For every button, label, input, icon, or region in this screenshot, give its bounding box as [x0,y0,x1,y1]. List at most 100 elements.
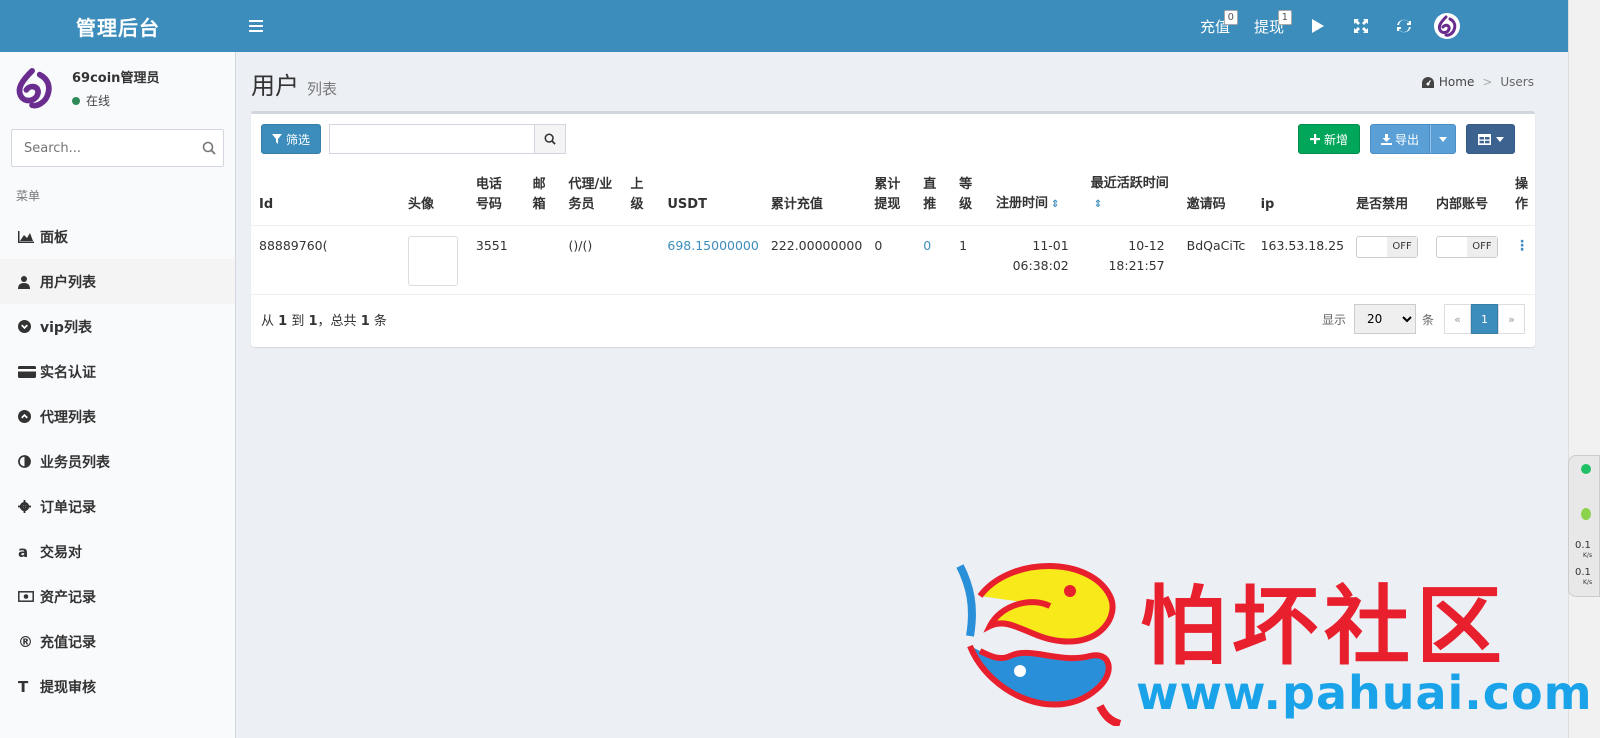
add-button[interactable]: 新增 [1298,124,1360,154]
col-action: 操作 [1507,166,1535,226]
reg-date: 11-01 [1032,238,1069,253]
col-action-label: 操作 [1515,177,1529,212]
breadcrumb-home-link[interactable]: Home [1439,75,1474,89]
col-internal: 内部账号 [1427,166,1507,226]
chevron-circle-up-icon [18,410,40,423]
sidebar-item-vip[interactable]: vip列表 [0,304,235,349]
sidebar-item-label: 实名认证 [40,364,96,381]
cell-usdt: 698.15000000 [659,225,763,295]
banned-toggle[interactable]: OFF [1356,236,1419,258]
pag-from-label: 从 [261,313,275,329]
amazon-icon: a [18,542,29,561]
cell-internal: OFF [1427,225,1507,295]
area-chart-icon [18,230,40,243]
export-split-button: 导出 [1370,124,1456,154]
internal-toggle[interactable]: OFF [1435,236,1498,258]
page-scrollbar[interactable] [1568,0,1600,738]
play-button[interactable] [1296,0,1339,52]
page-1-button[interactable]: 1 [1471,304,1498,334]
col-last-active-label: 最近活跃时间 [1090,176,1169,191]
filter-button-label: 筛选 [286,132,311,147]
fullscreen-button[interactable] [1339,0,1382,52]
recharge-badge: 0 [1223,10,1238,25]
money-icon [18,591,40,602]
withdraw-nav-link[interactable]: 提现 1 [1242,0,1296,52]
page-size-unit: 条 [1421,312,1434,327]
cell-agent: ()/() [560,225,623,295]
sidebar-item-users[interactable]: 用户列表 [0,259,235,304]
user-menu-button[interactable] [1425,0,1468,52]
col-level-label: 等级 [959,177,973,212]
usdt-link[interactable]: 698.15000000 [667,238,758,253]
sidebar-item-salesmen[interactable]: 业务员列表 [0,439,235,484]
sidebar-search-button[interactable] [194,141,223,155]
sidebar-item-label: 提现审核 [40,679,96,696]
cell-avatar [399,225,468,295]
table-header-row: Id 头像 电话号码 邮箱 代理/业务员 上级 USDT 累计充值 累计提现 直… [251,166,1535,226]
quick-search-input[interactable] [329,124,535,154]
col-banned: 是否禁用 [1348,166,1428,226]
more-actions-icon[interactable]: ⋮ [1515,238,1529,254]
filter-button[interactable]: 筛选 [261,124,322,154]
page-subtitle: 列表 [307,80,338,98]
registered-icon: ® [18,632,33,651]
col-last-active[interactable]: 最近活跃时间 ⇕ [1082,166,1179,226]
sidebar-item-label: 充值记录 [40,634,96,651]
play-icon [1311,19,1324,33]
col-agent-label: 代理/业务员 [568,177,613,212]
cell-direct: 0 [915,225,952,295]
export-button[interactable]: 导出 [1370,124,1430,154]
user-panel: 69coin管理员 在线 [0,52,235,124]
direct-link[interactable]: 0 [923,238,931,253]
export-dropdown-toggle[interactable] [1430,124,1456,154]
user-avatar-thumbnail[interactable] [407,236,458,286]
active-time: 18:21:57 [1108,258,1165,273]
sidebar-item-orders[interactable]: 订单记录 [0,484,235,529]
sidebar-item-withdraw-review[interactable]: T 提现审核 [0,664,235,709]
watermark-text: 怕坏社区 [1140,576,1508,677]
sidebar-item-recharge[interactable]: ® 充值记录 [0,619,235,664]
download-speed-unit: K/s [1583,579,1593,586]
app-logo[interactable]: 管理后台 [0,0,236,52]
refresh-button[interactable] [1382,0,1425,52]
col-parent-label: 上级 [630,177,644,212]
sidebar-item-assets[interactable]: 资产记录 [0,574,235,619]
prev-page-button[interactable]: « [1444,304,1471,334]
next-page-button[interactable]: » [1498,304,1525,334]
sidebar-item-label: vip列表 [40,319,92,336]
refresh-icon [1396,19,1411,33]
columns-toggle-button[interactable] [1466,124,1515,154]
download-speed: 0.1 [1575,567,1591,578]
sidebar-item-label: 订单记录 [40,499,96,516]
watermark: 怕坏社区 www.pahuai.com [950,552,1592,730]
page-title: 用户 列表 [251,66,337,101]
content-header: 用户 列表 Home > Users [236,52,1550,110]
menu-header: 菜单 [16,189,41,203]
network-speed-widget: 0.1 K/s 0.1 K/s [1568,455,1600,597]
download-icon [1381,133,1392,145]
pagination-info: 从 1 到 1，总共 1 条 [261,310,387,329]
sidebar-search-input[interactable] [12,130,194,166]
col-avatar: 头像 [399,166,468,226]
watermark-url: www.pahuai.com [1136,666,1593,720]
pagination-controls: 显示 20 条 « 1 » [1322,304,1525,334]
cell-parent [622,225,660,295]
search-icon [544,133,556,145]
page-size-label: 显示 [1321,312,1346,327]
fullscreen-icon [1353,19,1368,33]
col-ip: ip [1252,166,1349,226]
sidebar-item-agents[interactable]: 代理列表 [0,394,235,439]
col-direct: 直推 [915,166,952,226]
table-row: 88889760( 3551 ()/() 698.15000000 222.00… [251,225,1535,295]
sidebar-toggle-button[interactable] [236,0,276,52]
sidebar-item-trading-pairs[interactable]: a 交易对 [0,529,235,574]
quick-search-button[interactable] [534,124,567,154]
top-header: 管理后台 充值 0 提现 1 [0,0,1568,52]
recharge-nav-link[interactable]: 充值 0 [1188,0,1242,52]
sidebar-item-dashboard[interactable]: 面板 [0,214,235,259]
sidebar-item-label: 业务员列表 [40,454,110,471]
col-reg-time[interactable]: 注册时间 ⇕ [987,166,1083,226]
quick-search [329,124,567,154]
sidebar-item-verification[interactable]: 实名认证 [0,349,235,394]
page-size-select[interactable]: 20 [1353,304,1416,334]
